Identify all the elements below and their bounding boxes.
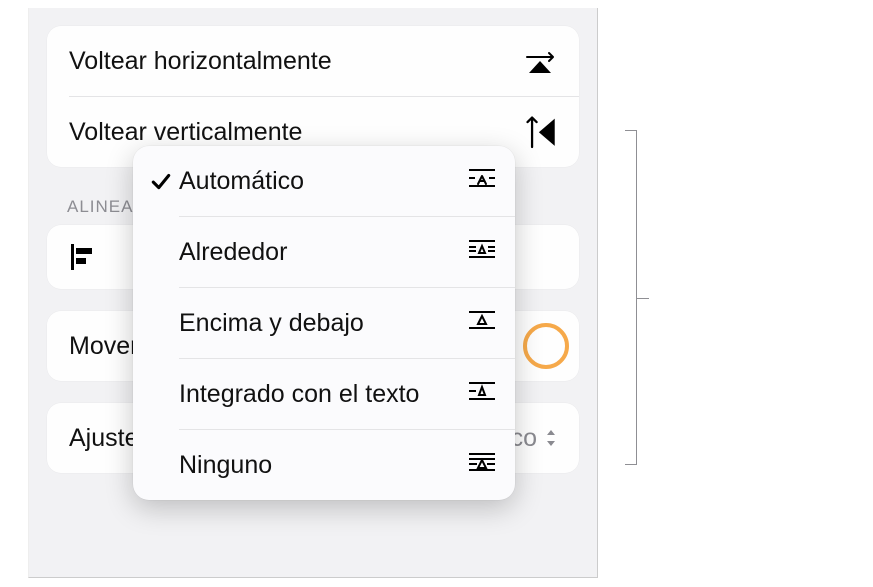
popup-option-inline[interactable]: Integrado con el texto bbox=[133, 359, 515, 429]
wrap-automatic-icon bbox=[467, 166, 497, 196]
wrap-above-below-icon bbox=[467, 308, 497, 338]
popup-option-label: Alrededor bbox=[175, 238, 467, 267]
wrap-around-icon bbox=[467, 237, 497, 267]
popup-option-label: Encima y debajo bbox=[175, 309, 467, 338]
popup-option-label: Automático bbox=[175, 167, 467, 196]
flip-vertical-label: Voltear verticalmente bbox=[69, 118, 302, 147]
selection-ring-icon bbox=[523, 323, 569, 369]
wrap-popup: Automático Alrededor Encima y deb bbox=[133, 146, 515, 500]
chevron-updown-icon bbox=[545, 428, 557, 448]
popup-option-label: Integrado con el texto bbox=[175, 380, 467, 409]
callout-bracket bbox=[621, 130, 649, 465]
popup-option-above-below[interactable]: Encima y debajo bbox=[133, 288, 515, 358]
checkmark-icon bbox=[147, 170, 175, 192]
flip-vertical-icon bbox=[523, 115, 557, 149]
popup-option-label: Ninguno bbox=[175, 451, 467, 480]
popup-option-none[interactable]: Ninguno bbox=[133, 430, 515, 500]
flip-horizontal-icon bbox=[523, 44, 557, 78]
flip-horizontal-row[interactable]: Voltear horizontalmente bbox=[47, 26, 579, 96]
align-left-icon bbox=[67, 242, 97, 272]
popup-option-automatic[interactable]: Automático bbox=[133, 146, 515, 216]
popup-option-around[interactable]: Alrededor bbox=[133, 217, 515, 287]
flip-horizontal-label: Voltear horizontalmente bbox=[69, 47, 332, 76]
wrap-none-icon bbox=[467, 450, 497, 480]
wrap-inline-icon bbox=[467, 379, 497, 409]
mover-label: Mover bbox=[69, 332, 138, 361]
